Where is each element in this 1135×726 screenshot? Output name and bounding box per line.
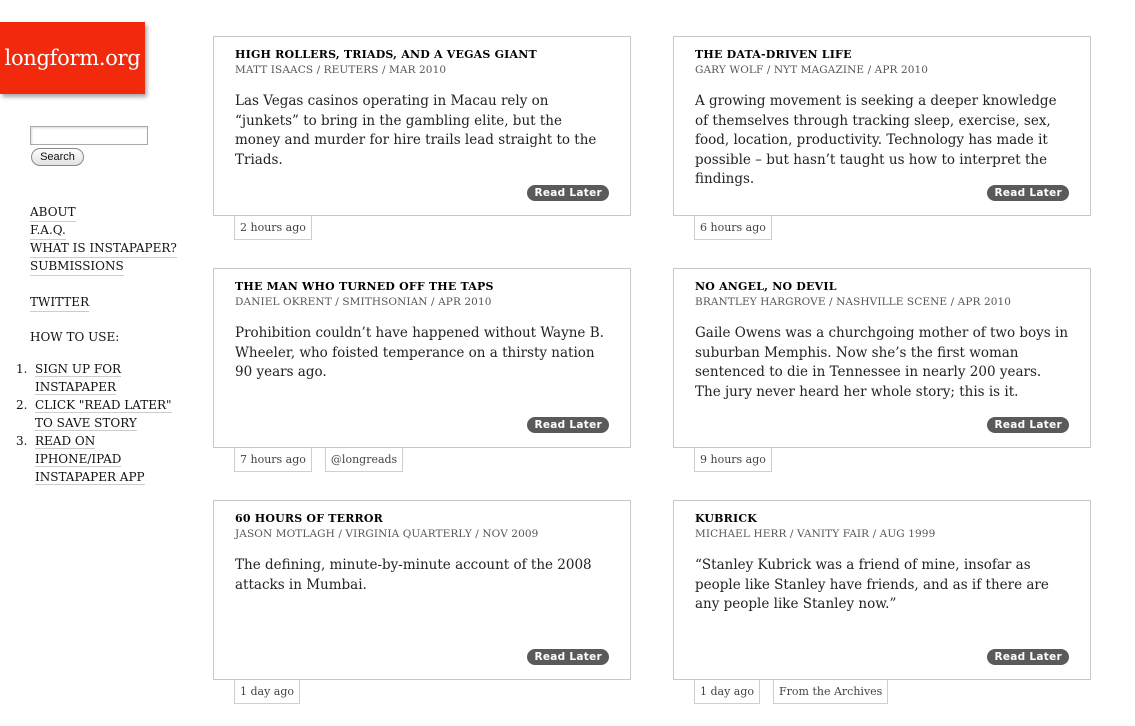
article-title[interactable]: THE DATA-DRIVEN LIFE xyxy=(695,48,852,61)
site-logo[interactable]: longform.org xyxy=(0,22,145,94)
timestamp-tag[interactable]: 1 day ago xyxy=(234,680,301,704)
search-input[interactable] xyxy=(30,126,148,145)
timestamp-tag[interactable]: 9 hours ago xyxy=(694,448,772,472)
article-card: THE MAN WHO TURNED OFF THE TAPS DANIEL O… xyxy=(213,268,631,448)
article-byline: DANIEL OKRENT / SMITHSONIAN / APR 2010 xyxy=(235,296,492,308)
nav-twitter-link[interactable]: TWITTER xyxy=(30,294,90,312)
article-card: 60 HOURS OF TERROR JASON MOTLAGH / VIRGI… xyxy=(213,500,631,680)
how-to-step: 3. READ ON IPHONE/IPAD INSTAPAPER APP xyxy=(16,432,185,486)
timestamp-tag[interactable]: 6 hours ago xyxy=(694,216,772,240)
nav-what-is-instapaper-link[interactable]: WHAT IS INSTAPAPER? xyxy=(30,240,177,258)
article-description: The defining, minute-by-minute account o… xyxy=(235,557,592,593)
step-text[interactable]: SIGN UP FOR INSTAPAPER xyxy=(35,360,185,396)
article-description: Prohibition couldn’t have happened witho… xyxy=(235,325,604,380)
article-description: A growing movement is seeking a deeper k… xyxy=(695,93,1057,187)
step-number: 1. xyxy=(16,362,28,376)
step-number: 2. xyxy=(16,398,28,412)
article-tags: 6 hours ago xyxy=(694,216,772,240)
step-text[interactable]: READ ON IPHONE/IPAD INSTAPAPER APP xyxy=(35,432,185,486)
timestamp-tag[interactable]: 7 hours ago xyxy=(234,448,312,472)
article-title[interactable]: HIGH ROLLERS, TRIADS, AND A VEGAS GIANT xyxy=(235,48,537,61)
step-number: 3. xyxy=(16,434,28,448)
nav-about-link[interactable]: ABOUT xyxy=(30,204,76,222)
how-to-use-list: 1. SIGN UP FOR INSTAPAPER 2. CLICK "READ… xyxy=(16,360,185,486)
read-later-button[interactable]: Read Later xyxy=(527,417,609,433)
read-later-button[interactable]: Read Later xyxy=(987,185,1069,201)
read-later-button[interactable]: Read Later xyxy=(527,185,609,201)
article-description: Las Vegas casinos operating in Macau rel… xyxy=(235,93,597,168)
article-tags: 1 day ago xyxy=(234,680,301,704)
source-tag[interactable]: @longreads xyxy=(324,448,404,472)
sidebar-nav: ABOUT F.A.Q. WHAT IS INSTAPAPER? SUBMISS… xyxy=(30,204,177,312)
article-card: KUBRICK MICHAEL HERR / VANITY FAIR / AUG… xyxy=(673,500,1091,680)
step-text[interactable]: CLICK "READ LATER" TO SAVE STORY xyxy=(35,396,185,432)
how-to-use-heading: HOW TO USE: xyxy=(30,330,120,344)
article-card: THE DATA-DRIVEN LIFE GARY WOLF / NYT MAG… xyxy=(673,36,1091,216)
article-description: “Stanley Kubrick was a friend of mine, i… xyxy=(695,557,1049,612)
source-tag[interactable]: From the Archives xyxy=(773,680,889,704)
article-byline: GARY WOLF / NYT MAGAZINE / APR 2010 xyxy=(695,64,929,76)
nav-faq-link[interactable]: F.A.Q. xyxy=(30,222,66,240)
read-later-button[interactable]: Read Later xyxy=(527,649,609,665)
article-title[interactable]: NO ANGEL, NO DEVIL xyxy=(695,280,837,293)
how-to-step: 1. SIGN UP FOR INSTAPAPER xyxy=(16,360,185,396)
article-card: NO ANGEL, NO DEVIL BRANTLEY HARGROVE / N… xyxy=(673,268,1091,448)
search-button[interactable]: Search xyxy=(31,148,84,166)
article-byline: JASON MOTLAGH / VIRGINIA QUARTERLY / NOV… xyxy=(235,528,539,540)
article-card: HIGH ROLLERS, TRIADS, AND A VEGAS GIANT … xyxy=(213,36,631,216)
timestamp-tag[interactable]: 2 hours ago xyxy=(234,216,312,240)
article-description: Gaile Owens was a churchgoing mother of … xyxy=(695,325,1069,400)
article-title[interactable]: KUBRICK xyxy=(695,512,757,525)
article-tags: 9 hours ago xyxy=(694,448,772,472)
timestamp-tag[interactable]: 1 day ago xyxy=(694,680,761,704)
article-byline: MICHAEL HERR / VANITY FAIR / AUG 1999 xyxy=(695,528,936,540)
read-later-button[interactable]: Read Later xyxy=(987,649,1069,665)
article-byline: BRANTLEY HARGROVE / NASHVILLE SCENE / AP… xyxy=(695,296,1012,308)
article-tags: 2 hours ago xyxy=(234,216,312,240)
how-to-step: 2. CLICK "READ LATER" TO SAVE STORY xyxy=(16,396,185,432)
article-title[interactable]: 60 HOURS OF TERROR xyxy=(235,512,383,525)
read-later-button[interactable]: Read Later xyxy=(987,417,1069,433)
article-byline: MATT ISAACS / REUTERS / MAR 2010 xyxy=(235,64,447,76)
article-title[interactable]: THE MAN WHO TURNED OFF THE TAPS xyxy=(235,280,494,293)
nav-submissions-link[interactable]: SUBMISSIONS xyxy=(30,258,124,276)
article-tags: 1 day ago From the Archives xyxy=(694,680,889,704)
article-tags: 7 hours ago @longreads xyxy=(234,448,404,472)
